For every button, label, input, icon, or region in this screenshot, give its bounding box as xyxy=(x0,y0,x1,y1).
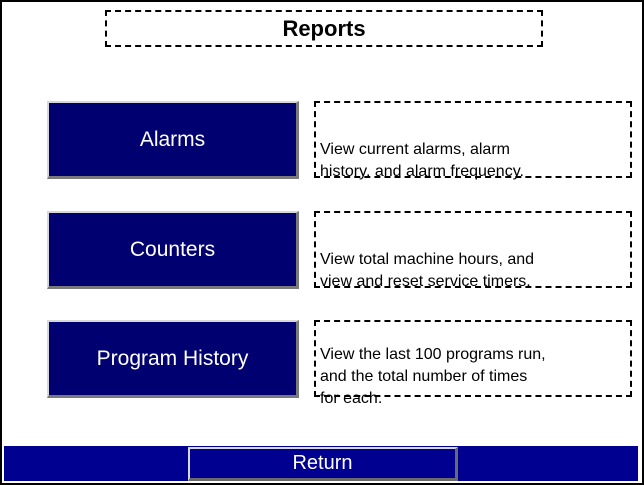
page-title-text: Reports xyxy=(282,15,366,41)
program-history-description: View the last 100 programs run, and the … xyxy=(314,320,632,407)
program-history-description-text: View the last 100 programs run, and the … xyxy=(320,346,546,407)
return-button-label: Return xyxy=(292,452,353,474)
counters-description-text: View total machine hours, and view and r… xyxy=(320,251,535,290)
alarms-description-text: View current alarms, alarm history, and … xyxy=(320,141,524,180)
counters-description: View total machine hours, and view and r… xyxy=(314,211,632,290)
alarms-description: View current alarms, alarm history, and … xyxy=(314,101,632,180)
page-title: Reports xyxy=(105,10,543,47)
program-history-button[interactable]: Program History xyxy=(47,320,299,398)
return-button[interactable]: Return xyxy=(188,447,458,481)
counters-button-label: Counters xyxy=(129,237,216,261)
counters-button[interactable]: Counters xyxy=(47,211,299,289)
alarms-button[interactable]: Alarms xyxy=(47,101,299,179)
alarms-button-label: Alarms xyxy=(139,127,206,151)
reports-screen: Reports Alarms View current alarms, alar… xyxy=(0,0,644,485)
program-history-button-label: Program History xyxy=(96,346,249,370)
